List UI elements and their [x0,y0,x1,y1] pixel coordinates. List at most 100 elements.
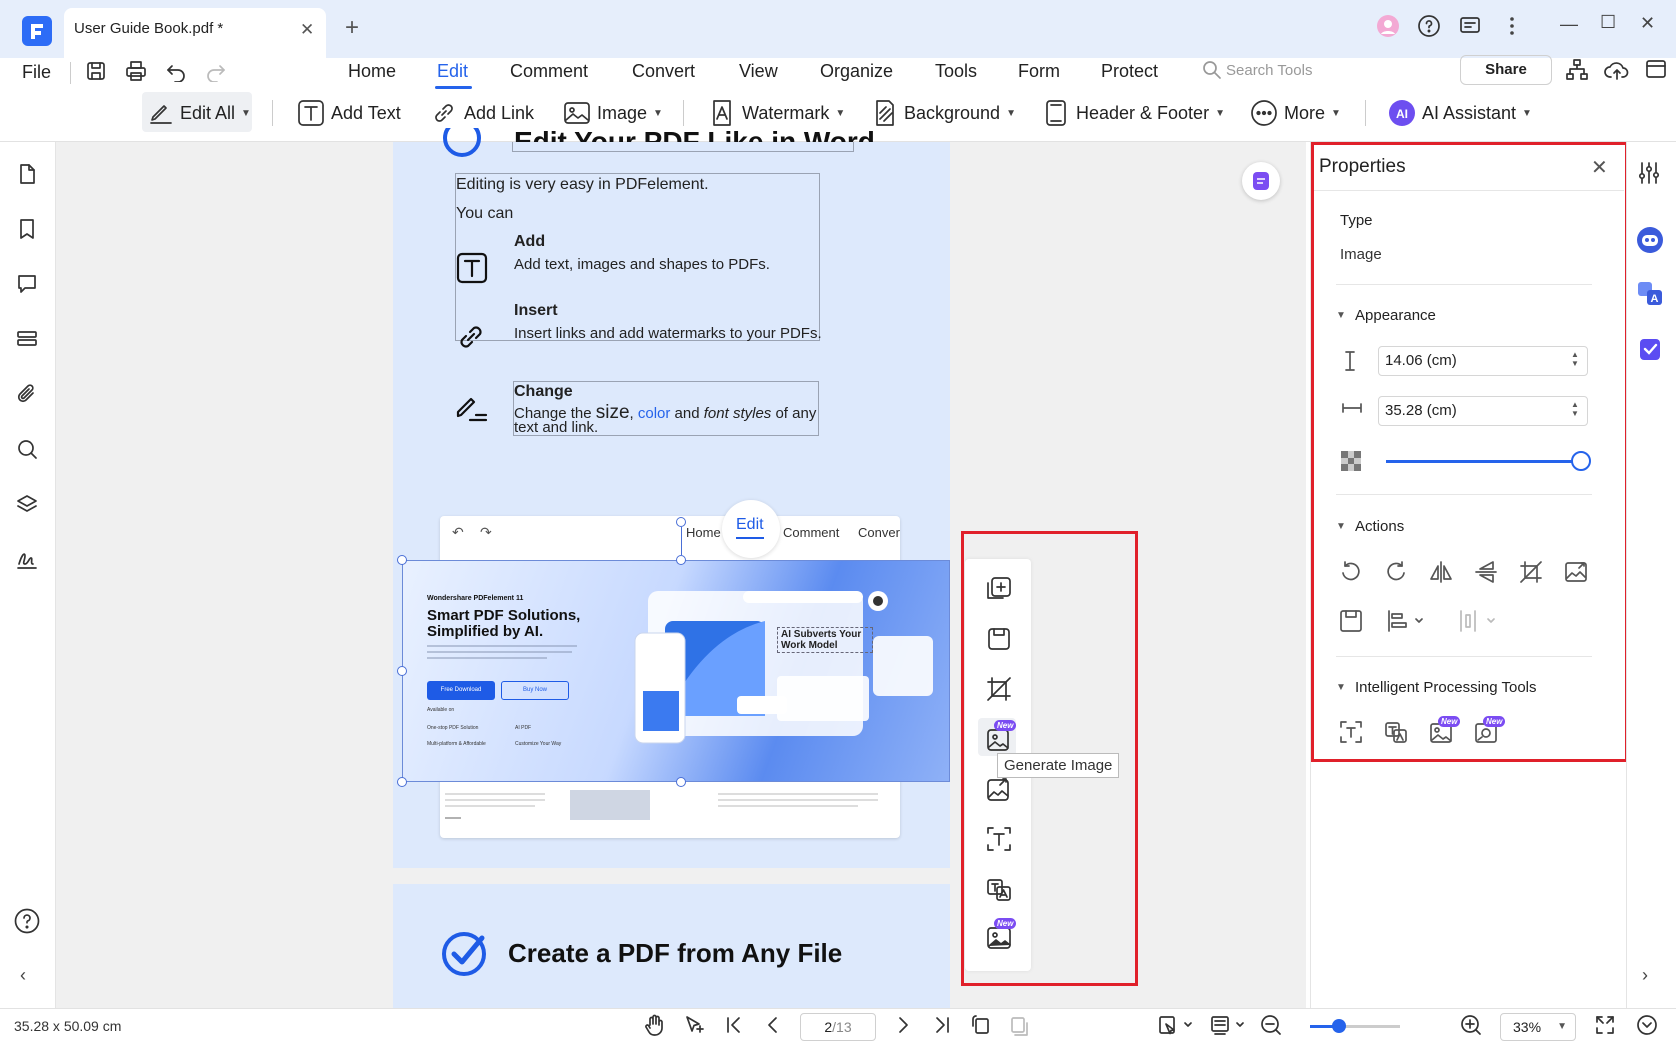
menu-convert[interactable]: Convert [632,61,695,82]
save-icon[interactable] [85,60,107,82]
more-button[interactable]: More ▼ [1250,96,1341,130]
collapse-left-icon[interactable]: ‹ [20,965,26,986]
svg-text:AI: AI [1396,107,1408,121]
search-icon[interactable] [16,438,38,460]
new-tab-button[interactable]: + [345,14,359,42]
checklist-icon[interactable] [1637,336,1663,362]
menu-protect[interactable]: Protect [1101,61,1158,82]
translate-icon[interactable]: A [1637,281,1663,307]
selected-image[interactable]: Wondershare PDFelement 11 Smart PDF Solu… [402,560,950,782]
next-page-icon[interactable] [893,1015,913,1035]
last-page-icon[interactable] [932,1015,952,1035]
page-number-input[interactable]: 2/13 [800,1013,876,1041]
active-tab-indicator [435,86,472,89]
layers-icon[interactable] [16,493,38,515]
menu-view[interactable]: View [739,61,778,82]
file-menu[interactable]: File [22,62,51,83]
mini-tab-convert: Convert [858,525,900,540]
zoom-slider-knob[interactable] [1332,1019,1346,1033]
more-vertical-icon[interactable] [1500,14,1524,38]
app-logo-icon [22,16,52,46]
add-text-button[interactable]: Add Text [297,96,401,130]
ai-icon: AI [1389,100,1415,126]
hand-tool-icon[interactable] [643,1014,665,1036]
ai-assistant-label: AI Assistant [1422,102,1517,123]
close-window-button[interactable]: ✕ [1640,13,1655,34]
first-page-icon[interactable] [724,1015,744,1035]
banner-feature4: Customize Your Way [515,741,562,747]
expand-right-icon[interactable]: › [1642,965,1648,986]
change-desc-line2: text and link. [514,419,599,436]
add-text-label: Add Text [331,102,401,123]
redo-icon[interactable] [205,60,227,82]
menu-home[interactable]: Home [348,61,396,82]
menu-organize[interactable]: Organize [820,61,893,82]
mini-redo-icon: ↷ [480,524,492,540]
text-box-icon [456,252,488,284]
background-button[interactable]: Background ▼ [870,96,1016,130]
panel-toggle-icon[interactable] [1645,58,1667,80]
resize-handle[interactable] [676,555,686,565]
tab-close-icon[interactable]: ✕ [300,20,314,40]
resize-handle[interactable] [397,777,407,787]
comment-icon[interactable] [16,273,38,295]
header-footer-button[interactable]: Header & Footer ▼ [1042,96,1225,130]
fit-mode-icon[interactable] [1158,1014,1194,1036]
mini-undo-icon: ↶ [452,524,464,540]
mini-tab-edit: Edit [736,516,764,533]
zoom-in-icon[interactable] [1460,1014,1482,1036]
select-tool-icon[interactable] [683,1014,705,1036]
resize-handle[interactable] [397,666,407,676]
signature-icon[interactable] [16,548,38,570]
undo-icon[interactable] [165,60,187,82]
menu-comment[interactable]: Comment [510,61,588,82]
rotate-line [681,527,682,555]
resize-handle[interactable] [397,555,407,565]
divider [1365,100,1366,126]
change-post: of any [771,405,817,422]
divider [272,100,273,126]
previous-page-icon[interactable] [763,1015,783,1035]
quick-panel-button[interactable] [1242,162,1280,200]
zoom-out-icon[interactable] [1260,1014,1282,1036]
share-button[interactable]: Share [1460,55,1552,85]
edit-all-button[interactable]: Edit All ▼ [148,96,251,130]
resize-handle[interactable] [676,777,686,787]
feedback-icon[interactable] [1458,14,1482,38]
layers-list-icon[interactable] [16,328,38,350]
link-icon [454,320,488,354]
mini-text-lines [445,790,695,820]
page-layout-icon[interactable] [1210,1014,1246,1036]
rotate-handle[interactable] [676,517,686,527]
banner-feature2: AI PDF [515,725,532,731]
cloud-upload-icon[interactable] [1604,58,1630,82]
header-footer-label: Header & Footer [1076,102,1210,123]
right-sidebar [1626,142,1676,1008]
bookmark-icon[interactable] [16,218,38,240]
ai-assistant-button[interactable]: AI AI Assistant ▼ [1388,96,1532,130]
minimize-button[interactable]: — [1560,14,1578,35]
help-circle-icon[interactable] [14,908,40,934]
help-icon[interactable] [1417,14,1441,38]
thumbnail-icon[interactable] [16,163,38,185]
menu-form[interactable]: Form [1018,61,1060,82]
rotate-view-icon[interactable] [970,1014,992,1036]
header-footer-icon [1046,100,1066,126]
workflow-icon[interactable] [1565,58,1589,82]
print-icon[interactable] [125,60,147,82]
zoom-select[interactable]: 33% ▼ [1500,1013,1576,1041]
banner-buy-now: Buy Now [501,681,569,700]
attachment-icon[interactable] [16,383,38,405]
maximize-button[interactable]: ☐ [1600,12,1616,33]
menu-edit[interactable]: Edit [437,61,468,82]
change-and: and [670,405,704,422]
avatar[interactable] [1376,14,1400,38]
menu-tools[interactable]: Tools [935,61,977,82]
edit-pen-icon [150,105,172,124]
properties-settings-icon[interactable] [1637,161,1661,185]
fullscreen-icon[interactable] [1594,1014,1616,1036]
search-tools-input[interactable]: Search Tools [1226,62,1312,79]
collapse-status-icon[interactable] [1636,1014,1658,1036]
ai-robot-icon[interactable] [1636,226,1664,254]
chevron-down-icon: ▼ [1331,107,1341,119]
